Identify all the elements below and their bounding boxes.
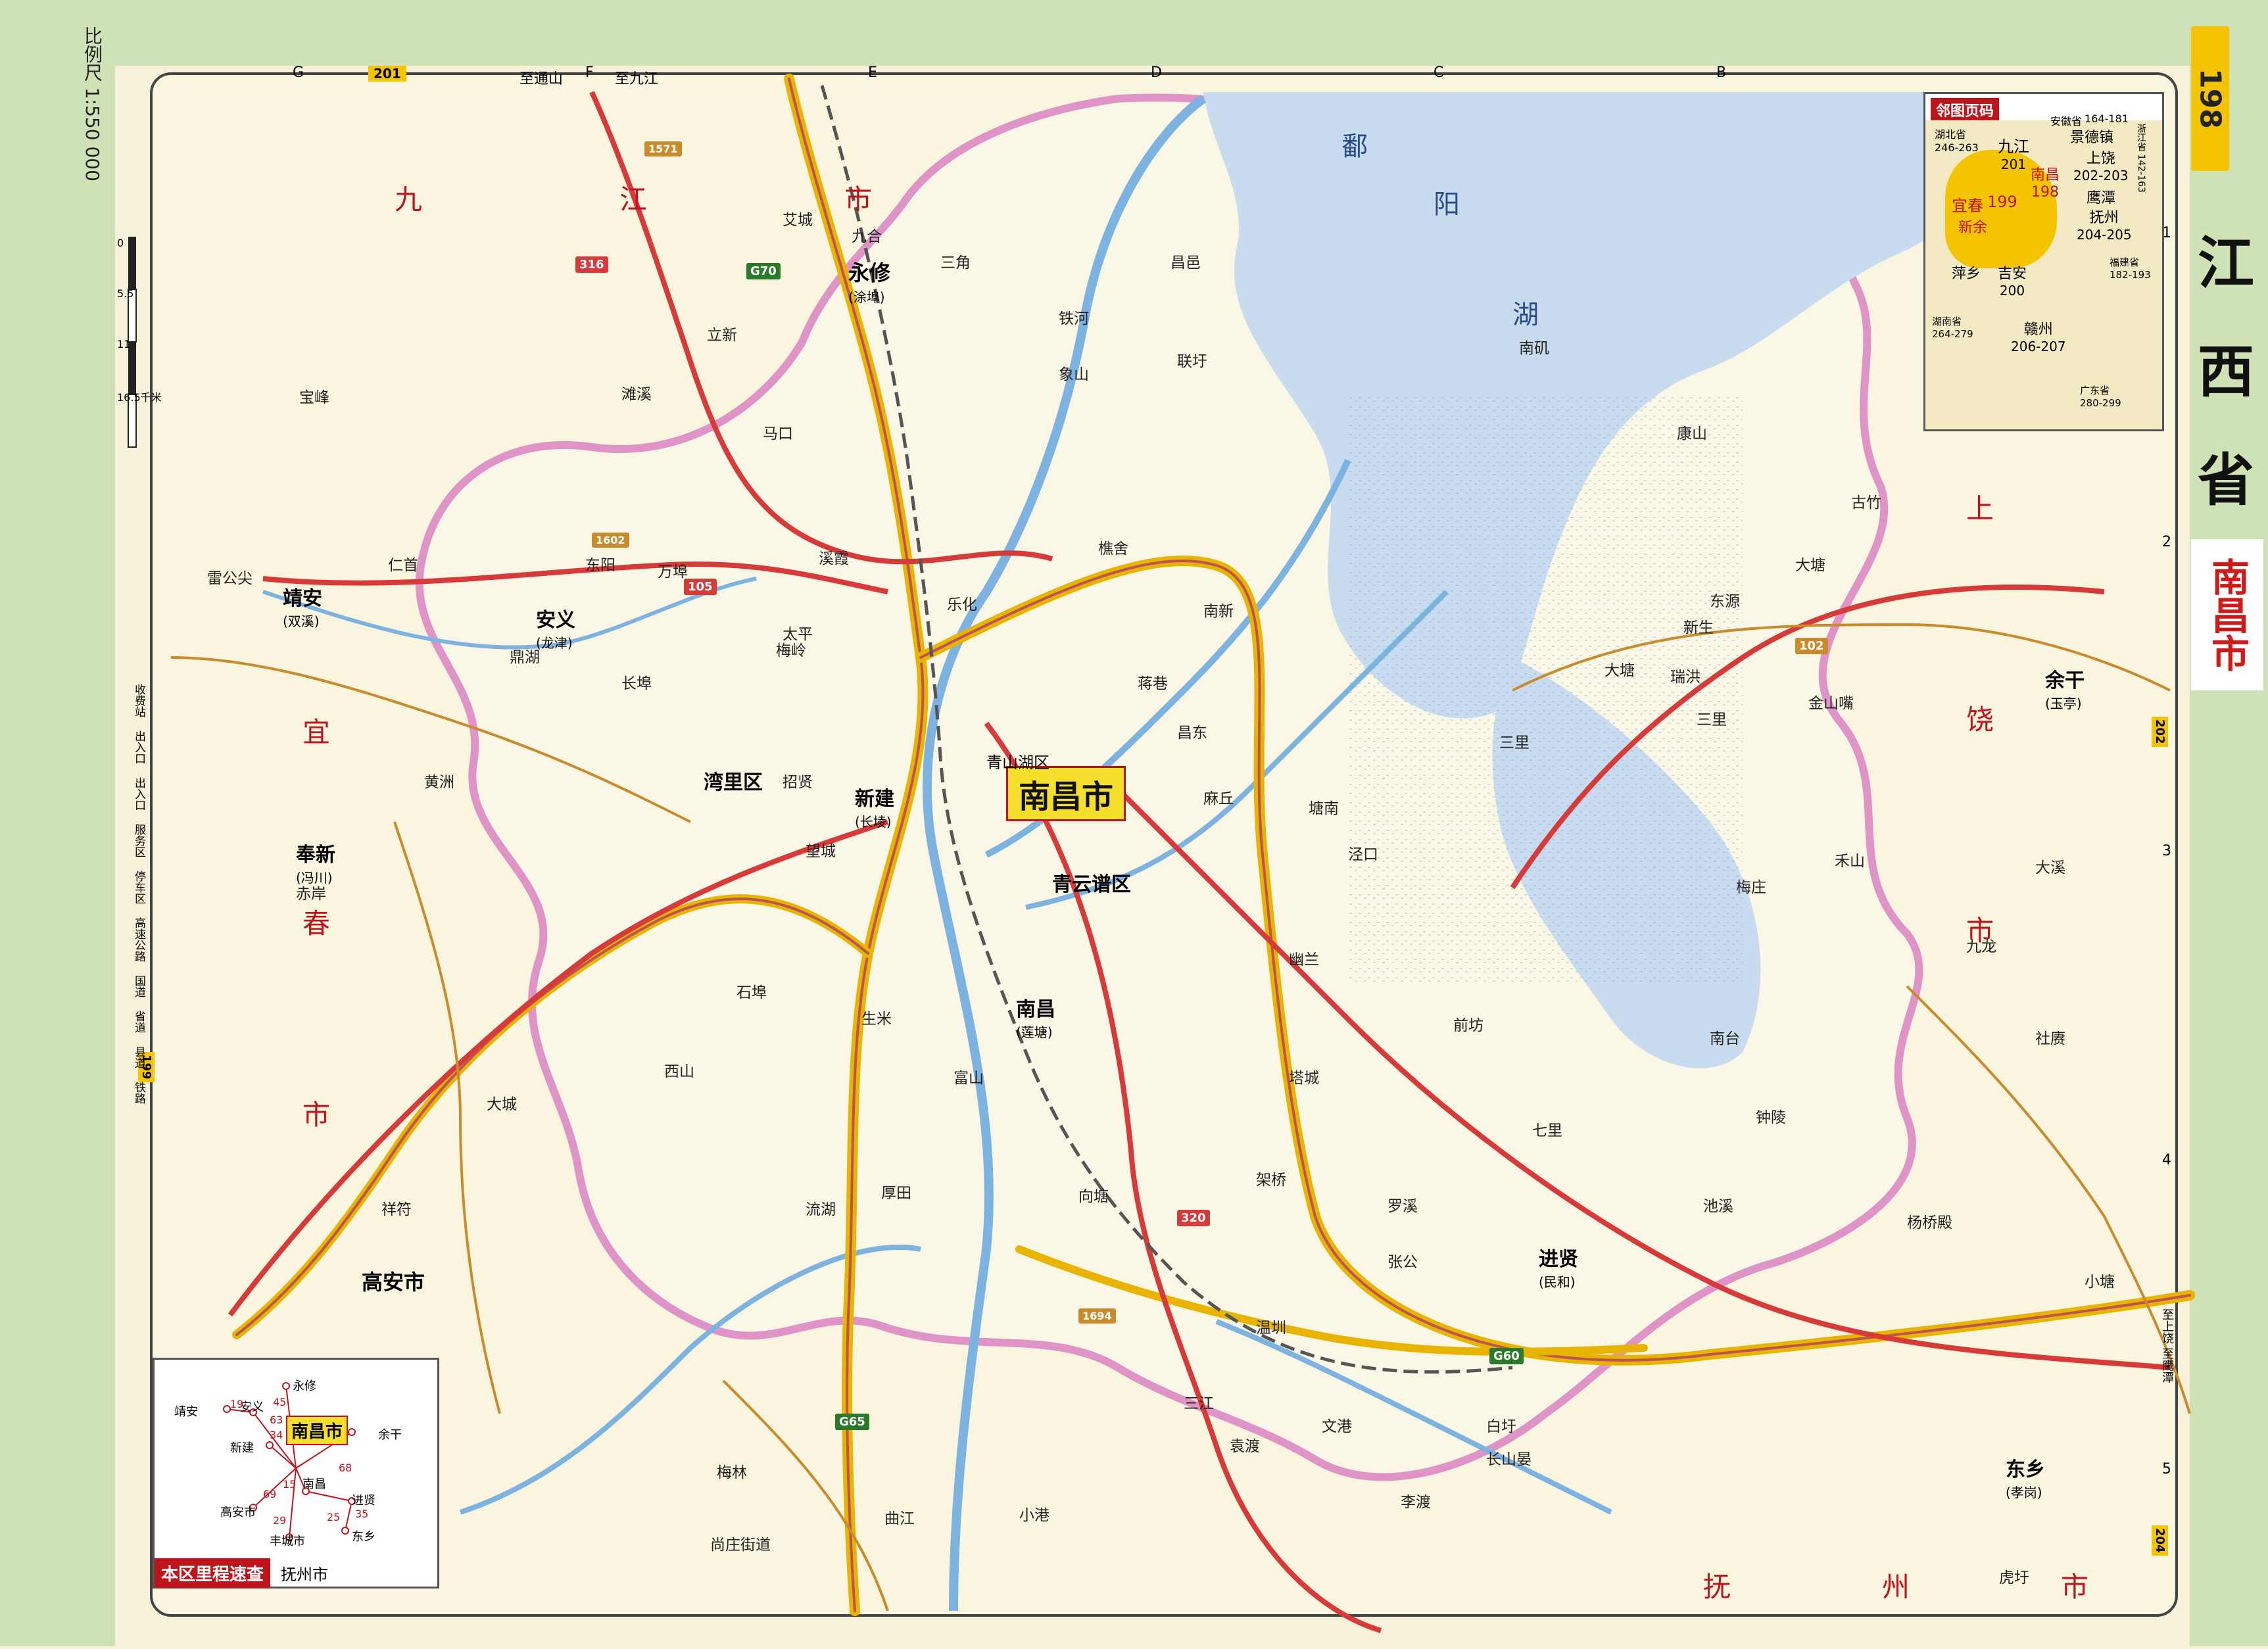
scale-tick-1: 5.5: [117, 287, 134, 300]
map-page: 198 江 西 省 南昌市 比例尺 1:550 000 G F E D C B …: [0, 0, 2268, 1646]
road-badge-g70: G70: [746, 263, 781, 279]
road-badge-1571: 1571: [644, 141, 682, 156]
scale-tick-0: 0: [117, 237, 124, 249]
road-badge-1694: 1694: [1078, 1308, 1116, 1324]
road-badges: 316 105 320 G60 G70 G65 102 1694 1602 15…: [0, 0, 2268, 1646]
scale-tick-3: 16.5千米: [117, 391, 162, 404]
scale-tick-2: 11: [117, 338, 131, 350]
road-badge-102: 102: [1795, 638, 1828, 654]
road-badge-1602: 1602: [592, 533, 629, 548]
road-badge-105: 105: [684, 579, 717, 595]
road-badge-320: 320: [1177, 1210, 1210, 1226]
road-badge-g60: G60: [1489, 1348, 1524, 1364]
scale-ticks: 0 5.5 11 16.5千米: [117, 237, 162, 404]
road-badge-g65: G65: [835, 1414, 869, 1430]
road-badge-316: 316: [575, 256, 608, 273]
